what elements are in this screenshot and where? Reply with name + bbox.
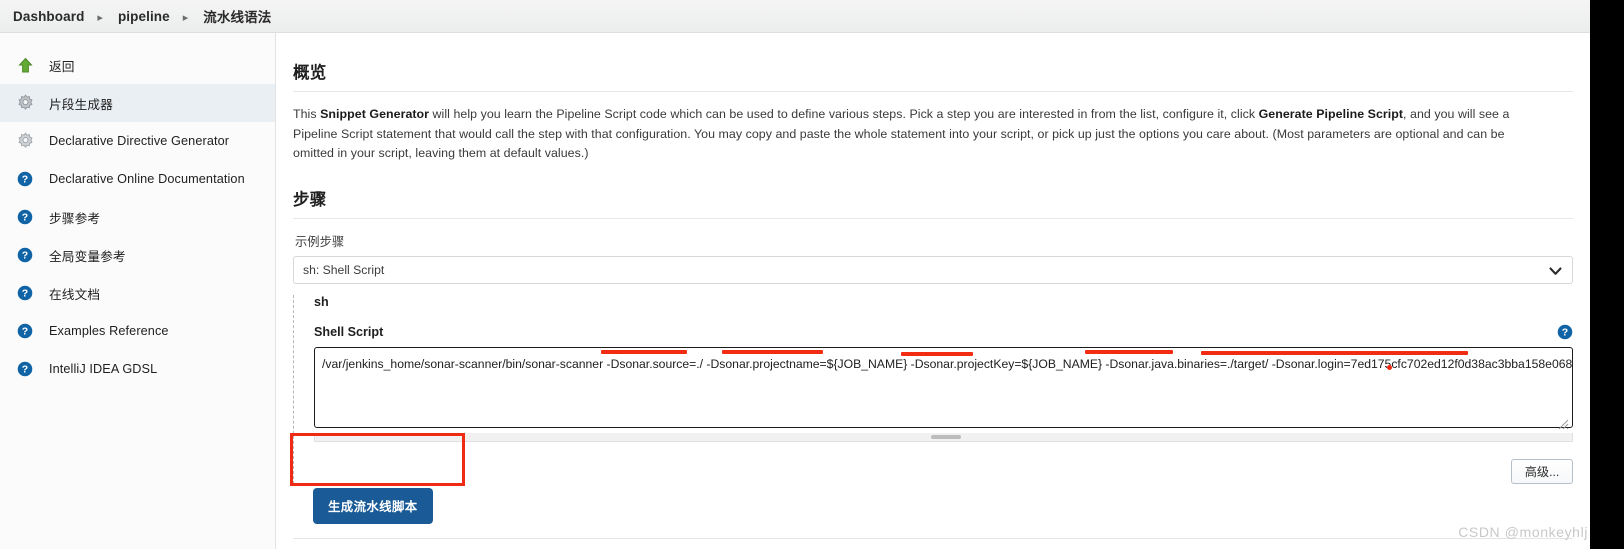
sample-step-label: 示例步骤 — [295, 234, 345, 249]
main-content: 概览 This Snippet Generator will help you … — [276, 33, 1590, 549]
breadcrumb-separator-icon: ▸ — [97, 11, 103, 24]
advanced-row: 高级... — [314, 458, 1573, 484]
help-icon: ? — [13, 320, 37, 342]
gear-icon — [13, 92, 37, 114]
page-root: Dashboard ▸ pipeline ▸ 流水线语法 返回 片段生成器 De… — [0, 0, 1624, 549]
shell-script-label-row: Shell Script ? — [314, 324, 1573, 340]
svg-text:?: ? — [22, 212, 28, 224]
step-config-block: sh Shell Script ? 高级... — [293, 294, 1573, 484]
sidebar-item-snippet-generator[interactable]: 片段生成器 — [0, 84, 275, 122]
sidebar-item-label: 片段生成器 — [49, 97, 113, 112]
sidebar-item-label: Declarative Directive Generator — [49, 134, 230, 148]
sidebar-item-label: IntelliJ IDEA GDSL — [49, 362, 158, 376]
breadcrumb-separator-icon: ▸ — [182, 11, 189, 24]
help-icon: ? — [13, 282, 37, 304]
svg-text:?: ? — [22, 326, 28, 338]
breadcrumb-item-dashboard[interactable]: Dashboard — [9, 9, 88, 24]
gear-icon — [13, 130, 37, 152]
svg-text:?: ? — [22, 174, 28, 186]
breadcrumb-item-pipeline[interactable]: pipeline — [114, 9, 174, 24]
svg-text:?: ? — [22, 288, 28, 300]
shell-script-input-wrapper — [314, 346, 1573, 433]
sidebar: 返回 片段生成器 Declarative Directive Generator… — [0, 33, 276, 549]
sidebar-item-online-documentation[interactable]: ? 在线文档 — [0, 274, 275, 312]
shell-script-horizontal-scrollbar[interactable] — [314, 432, 1573, 442]
steps-title: 步骤 — [293, 190, 327, 209]
help-icon: ? — [13, 168, 37, 190]
sidebar-item-label: 步骤参考 — [49, 211, 101, 226]
sidebar-item-global-variable-reference[interactable]: ? 全局变量参考 — [0, 236, 275, 274]
right-black-band — [1590, 0, 1624, 549]
overview-title: 概览 — [293, 64, 327, 82]
overview-text-c: will help you learn the Pipeline Script … — [429, 107, 1259, 121]
generate-button-wrapper: 生成流水线脚本 — [293, 487, 1573, 524]
svg-text:?: ? — [22, 364, 28, 376]
advanced-button[interactable]: 高级... — [1511, 458, 1573, 484]
sidebar-item-label: 返回 — [49, 59, 75, 74]
help-icon[interactable]: ? — [1557, 324, 1573, 340]
up-arrow-icon — [13, 54, 37, 76]
shell-script-textarea[interactable] — [314, 346, 1573, 428]
step-name: sh — [314, 294, 329, 309]
breadcrumb: Dashboard ▸ pipeline ▸ 流水线语法 — [0, 0, 1590, 33]
sidebar-item-label: 在线文档 — [49, 287, 101, 302]
help-icon: ? — [13, 244, 37, 266]
overview-text-a: This — [293, 107, 321, 121]
generate-pipeline-script-button[interactable]: 生成流水线脚本 — [313, 487, 433, 524]
body-wrapper: 返回 片段生成器 Declarative Directive Generator… — [0, 33, 1590, 549]
help-icon: ? — [13, 206, 37, 228]
svg-text:?: ? — [1562, 326, 1568, 338]
snippet-generator-emphasis: Snippet Generator — [320, 107, 430, 121]
steps-divider — [293, 217, 1573, 219]
svg-text:?: ? — [22, 250, 28, 262]
sample-step-select-row: sh: Shell Script — [293, 255, 1573, 284]
generate-pipeline-script-emphasis: Generate Pipeline Script — [1258, 107, 1404, 121]
result-divider — [293, 537, 1573, 539]
overview-divider — [293, 91, 1573, 92]
sample-step-select[interactable]: sh: Shell Script — [293, 255, 1573, 284]
sidebar-item-declarative-directive-generator[interactable]: Declarative Directive Generator — [0, 122, 275, 160]
sidebar-item-step-reference[interactable]: ? 步骤参考 — [0, 198, 275, 236]
help-icon: ? — [13, 358, 37, 380]
sidebar-item-examples-reference[interactable]: ? Examples Reference — [0, 312, 275, 350]
sidebar-item-back[interactable]: 返回 — [0, 46, 275, 84]
sidebar-item-label: Examples Reference — [49, 324, 169, 338]
watermark: CSDN @monkeyhlj — [1458, 524, 1588, 540]
breadcrumb-item-current[interactable]: 流水线语法 — [199, 6, 275, 26]
sidebar-item-label: 全局变量参考 — [49, 249, 126, 264]
sidebar-item-declarative-online-documentation[interactable]: ? Declarative Online Documentation — [0, 160, 275, 198]
shell-script-label: Shell Script — [314, 324, 384, 339]
overview-paragraph: This Snippet Generator will help you lea… — [293, 105, 1523, 164]
sidebar-item-label: Declarative Online Documentation — [49, 172, 245, 186]
sidebar-item-intellij-idea-gdsl[interactable]: ? IntelliJ IDEA GDSL — [0, 350, 275, 388]
